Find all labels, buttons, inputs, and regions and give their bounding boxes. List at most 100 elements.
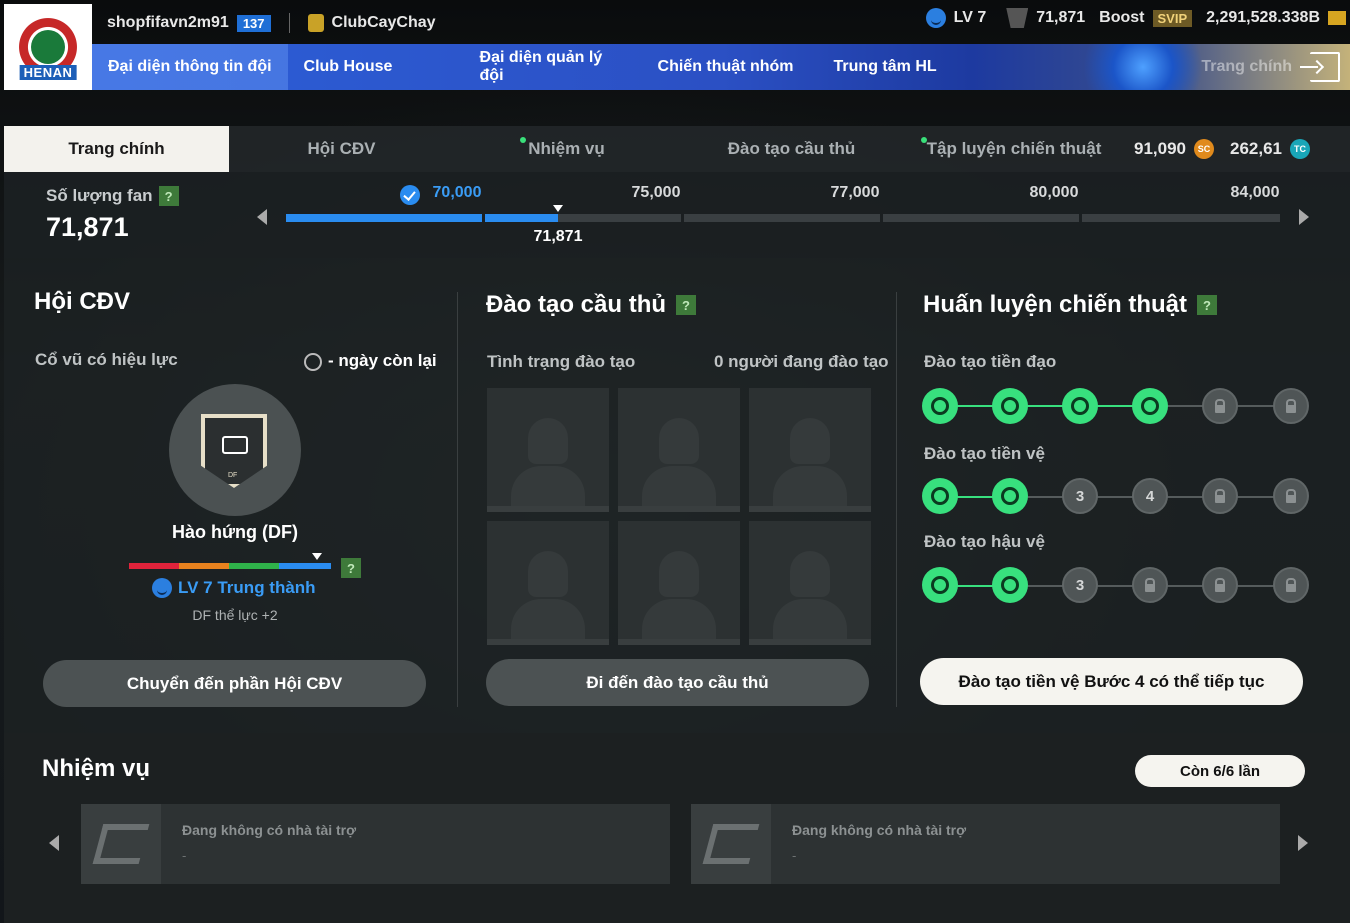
prev-arrow-icon[interactable] xyxy=(49,835,59,851)
prev-arrow-icon[interactable] xyxy=(257,209,267,225)
nav-team-management[interactable]: Đại diện quản lý đội xyxy=(464,44,642,90)
training-slot[interactable] xyxy=(487,521,609,645)
mission-card[interactable]: Đang không có nhà tài trợ - xyxy=(81,804,670,884)
help-icon[interactable]: ? xyxy=(158,186,179,206)
forward-node-2[interactable] xyxy=(992,388,1028,424)
fan-count-label: Số lượng fan ? xyxy=(46,186,179,206)
tab-supporters[interactable]: Hội CĐV xyxy=(229,126,454,172)
loyalty-bar-blue xyxy=(279,563,331,569)
current-fan-marker: 71,871 xyxy=(533,228,583,245)
manager-level: LV 7 xyxy=(953,9,987,26)
midfielder-node-1[interactable] xyxy=(922,478,958,514)
missions-remaining[interactable]: Còn 6/6 lần xyxy=(1135,755,1305,787)
training-slot[interactable] xyxy=(749,521,871,645)
balance: 2,291,528.338B xyxy=(1206,9,1320,26)
midfielder-node-2[interactable] xyxy=(992,478,1028,514)
progress-segment xyxy=(684,214,880,222)
fan-progress-panel: Số lượng fan ? 71,871 70,000 75,000 77,0… xyxy=(4,172,1350,258)
midfielder-node-4[interactable]: 4 xyxy=(1132,478,1168,514)
milestone-3: 77,000 xyxy=(830,184,880,201)
defender-node-3[interactable]: 3 xyxy=(1062,567,1098,603)
tab-player-training-label: Đào tạo cầu thủ xyxy=(727,139,856,158)
progress-segment xyxy=(485,214,681,222)
column-divider xyxy=(457,292,458,707)
progress-fill xyxy=(286,214,482,222)
tab-tactics-training[interactable]: Tập luyện chiến thuật xyxy=(904,126,1124,172)
user-level-badge: 137 xyxy=(236,14,271,32)
exit-icon[interactable] xyxy=(1300,52,1340,82)
player-silhouette xyxy=(528,418,568,464)
head-ball-icon xyxy=(931,397,949,415)
nav-team-info[interactable]: Đại diện thông tin đội xyxy=(92,44,288,90)
mission-card[interactable]: Đang không có nhà tài trợ - xyxy=(691,804,1280,884)
forward-node-4[interactable] xyxy=(1132,388,1168,424)
training-slot[interactable] xyxy=(749,388,871,512)
forward-node-1[interactable] xyxy=(922,388,958,424)
player-silhouette xyxy=(790,418,830,464)
username: shopfifavn2m91 xyxy=(107,14,229,31)
progress-segment xyxy=(883,214,1079,222)
loyalty-bar-green xyxy=(229,563,279,569)
help-icon[interactable]: ? xyxy=(676,295,697,315)
progress-segment xyxy=(1082,214,1280,222)
player-silhouette xyxy=(659,418,699,464)
header-fans: 71,871 xyxy=(1036,9,1086,26)
forward-node-3[interactable] xyxy=(1062,388,1098,424)
stats-row: LV 7 71,871 Boost SVIP 2,291,528.338B xyxy=(925,8,1346,28)
milestone-2: 75,000 xyxy=(631,184,681,201)
help-icon[interactable]: ? xyxy=(341,558,361,578)
battery-icon xyxy=(222,436,248,454)
defender-node-2[interactable] xyxy=(992,567,1028,603)
tc-amount: 262,61 xyxy=(1230,139,1282,158)
midfielder-node-3[interactable]: 3 xyxy=(1062,478,1098,514)
effective-label: Cổ vũ có hiệu lực xyxy=(35,350,178,369)
mission-text: Đang không có nhà tài trợ xyxy=(792,822,967,838)
club-logo-text: HENAN xyxy=(19,65,77,80)
go-to-supporters-button[interactable]: Chuyển đến phần Hội CĐV xyxy=(43,660,426,707)
continue-training-button[interactable]: Đào tạo tiền vệ Bước 4 có thể tiếp tục xyxy=(920,658,1303,705)
supporters-title: Hội CĐV xyxy=(34,288,130,316)
nav-group-tactics[interactable]: Chiến thuật nhóm xyxy=(642,44,818,90)
top-bar: HENAN shopfifavn2m91 137 ClubCayChay LV … xyxy=(0,0,1350,90)
gold-coins-icon xyxy=(1328,11,1346,25)
help-icon[interactable]: ? xyxy=(1197,295,1218,315)
head-ball-icon xyxy=(931,576,949,594)
mission-text: Đang không có nhà tài trợ xyxy=(182,822,357,838)
timer-icon xyxy=(304,352,322,371)
tab-home[interactable]: Trang chính xyxy=(4,126,229,172)
badge-name: Hào hứng (DF) xyxy=(171,522,299,542)
lock-icon xyxy=(1202,388,1238,424)
training-slot[interactable] xyxy=(487,388,609,512)
training-slot[interactable] xyxy=(618,388,740,512)
lock-icon xyxy=(1202,478,1238,514)
training-slot[interactable] xyxy=(618,521,740,645)
forward-training-label: Đào tạo tiền đạo xyxy=(924,352,1057,371)
loyalty-bar-red xyxy=(129,563,179,569)
go-to-player-training-button[interactable]: Đi đến đào tạo cầu thủ xyxy=(486,659,869,706)
tab-missions-label: Nhiệm vụ xyxy=(528,139,605,158)
notification-dot xyxy=(921,137,927,143)
next-arrow-icon[interactable] xyxy=(1298,835,1308,851)
fans-icon xyxy=(1006,8,1029,28)
tab-player-training[interactable]: Đào tạo cầu thủ xyxy=(679,126,904,172)
nav-training-center[interactable]: Trung tâm HL xyxy=(818,44,953,90)
defender-node-1[interactable] xyxy=(922,567,958,603)
club-logo[interactable]: HENAN xyxy=(4,4,92,90)
player-training-title-text: Đào tạo cầu thủ xyxy=(486,291,667,318)
milestone-1: 70,000 xyxy=(432,184,482,201)
nav-club-house[interactable]: Club House xyxy=(288,44,464,90)
mission-sub: - xyxy=(182,848,187,863)
lock-icon xyxy=(1132,567,1168,603)
next-arrow-icon[interactable] xyxy=(1299,209,1309,225)
slot-bar xyxy=(618,639,740,645)
progress-line xyxy=(940,405,1150,407)
days-left: - ngày còn lại xyxy=(304,351,437,371)
fan-count-text: Số lượng fan xyxy=(46,186,153,205)
mission-sub: - xyxy=(792,848,797,863)
crest-inner xyxy=(31,30,65,64)
tab-missions[interactable]: Nhiệm vụ xyxy=(454,126,679,172)
slot-bar xyxy=(749,506,871,512)
boot-icon xyxy=(1141,397,1159,415)
player-silhouette xyxy=(528,551,568,597)
main-nav: Đại diện thông tin đội Club House Đại di… xyxy=(92,44,1350,90)
